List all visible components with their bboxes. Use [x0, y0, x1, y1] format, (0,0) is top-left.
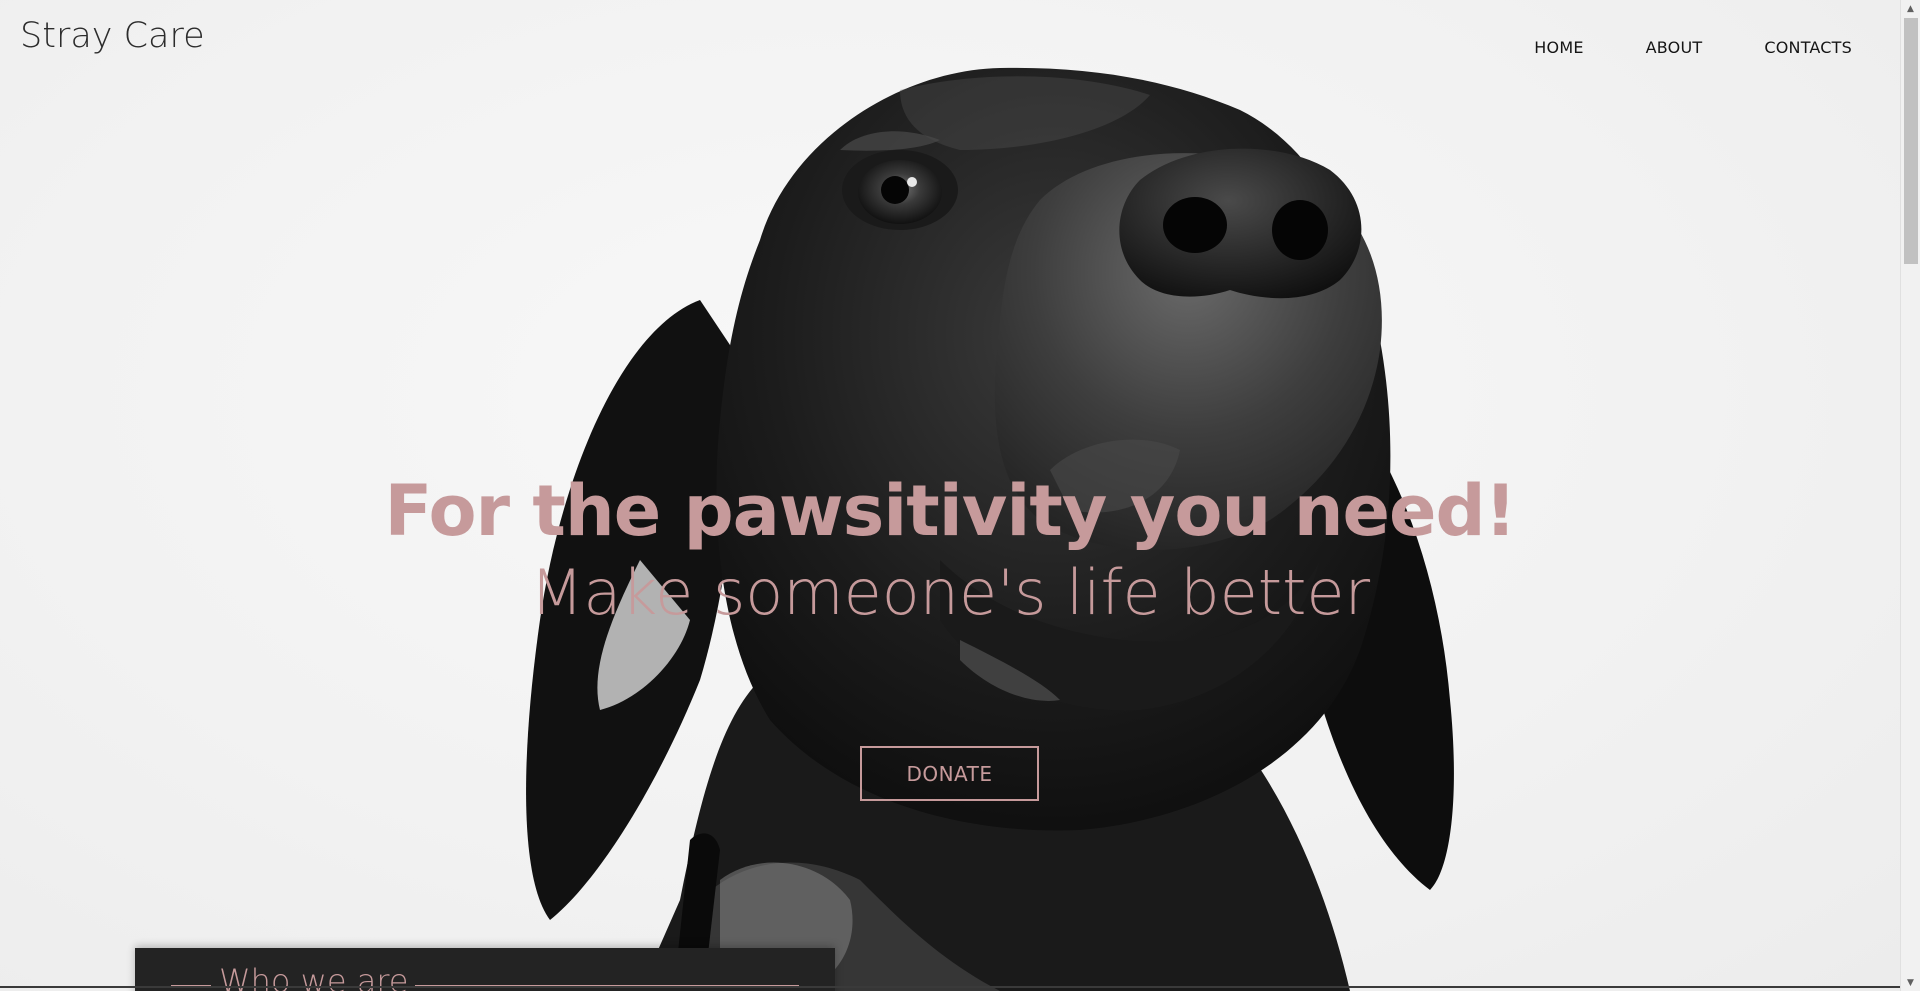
hero-subheadline: Make someone's life better — [529, 556, 1371, 629]
page-divider — [0, 986, 1900, 988]
nav-home[interactable]: HOME — [1534, 38, 1583, 57]
main-nav: HOME ABOUT CONTACTS — [1534, 38, 1852, 57]
hero-headline: For the pawsitivity you need! — [384, 470, 1516, 552]
donate-button[interactable]: DONATE — [860, 746, 1039, 801]
nav-contacts[interactable]: CONTACTS — [1764, 38, 1852, 57]
vertical-scrollbar[interactable]: ▲ ▼ — [1900, 0, 1920, 991]
scroll-down-icon[interactable]: ▼ — [1901, 974, 1920, 991]
brand-logo[interactable]: Stray Care — [20, 16, 205, 56]
scrollbar-thumb[interactable] — [1904, 18, 1918, 264]
scroll-up-icon[interactable]: ▲ — [1901, 0, 1920, 17]
about-card: Who we are — [135, 948, 835, 991]
nav-about[interactable]: ABOUT — [1646, 38, 1703, 57]
